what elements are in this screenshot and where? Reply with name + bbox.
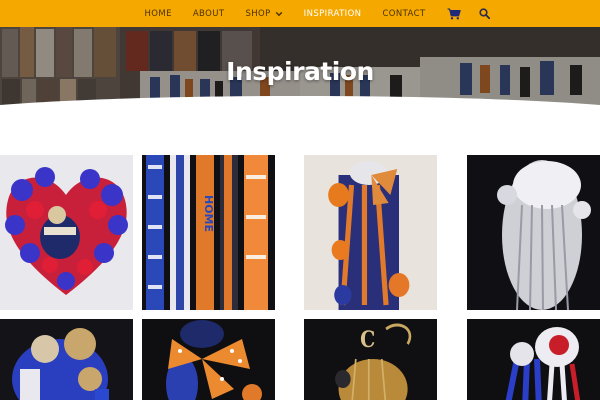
orange-polka-dot-bow-mum-photo bbox=[142, 319, 275, 400]
nav-about-link[interactable]: ABOUT bbox=[193, 9, 225, 19]
cart-button[interactable] bbox=[447, 7, 461, 20]
gallery-item[interactable] bbox=[0, 319, 133, 400]
chevron-down-icon bbox=[275, 11, 282, 16]
nav-shop-link[interactable]: SHOP bbox=[245, 9, 282, 19]
hero-wave-divider bbox=[0, 96, 600, 135]
nav-inspiration-link[interactable]: INSPIRATION bbox=[304, 9, 362, 19]
hero-title: Inspiration bbox=[226, 57, 374, 86]
blue-orange-mum-with-bow-photo bbox=[304, 155, 437, 310]
gallery-item[interactable] bbox=[142, 319, 275, 400]
svg-text:HOME: HOME bbox=[202, 195, 215, 232]
search-icon bbox=[478, 8, 490, 19]
gallery-item[interactable] bbox=[467, 155, 600, 310]
nav-menu: HOME ABOUT SHOP INSPIRATION CONTACT bbox=[144, 7, 507, 20]
nav-home-link[interactable]: HOME bbox=[144, 9, 171, 19]
gallery-item[interactable]: HOME bbox=[142, 155, 275, 310]
gallery-item[interactable] bbox=[0, 155, 133, 310]
white-silver-mum-photo bbox=[467, 155, 600, 310]
blue-orange-braid-ribbons-photo: HOME bbox=[142, 155, 275, 310]
gallery-item[interactable]: C bbox=[304, 319, 437, 400]
blue-mum-with-teddy-bears-photo bbox=[0, 319, 133, 400]
red-white-blue-mum-photo bbox=[467, 319, 600, 400]
gallery-item[interactable] bbox=[467, 319, 600, 400]
red-blue-feather-heart-mum-photo bbox=[0, 155, 133, 310]
search-button[interactable] bbox=[478, 8, 490, 19]
gallery-item[interactable] bbox=[304, 155, 437, 310]
gold-black-mum-photo: C bbox=[304, 319, 437, 400]
nav-contact-link[interactable]: CONTACT bbox=[382, 9, 425, 19]
nav-shop-label: SHOP bbox=[245, 8, 271, 19]
inspiration-gallery: HOME C bbox=[0, 155, 600, 400]
top-navigation-bar: HOME ABOUT SHOP INSPIRATION CONTACT bbox=[0, 0, 600, 27]
cart-icon bbox=[447, 7, 461, 19]
svg-text:C: C bbox=[360, 327, 375, 353]
